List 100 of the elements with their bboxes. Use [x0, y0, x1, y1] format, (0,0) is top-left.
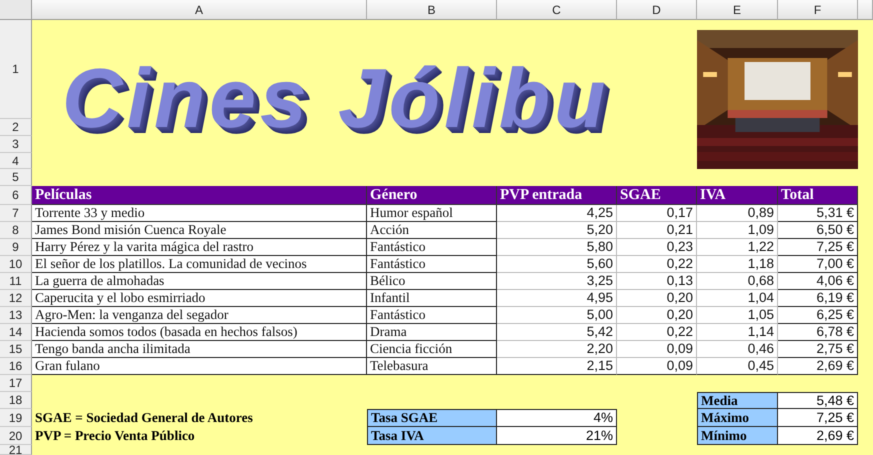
table-cell: 0,13	[617, 273, 697, 290]
table-cell: 7,00 €	[778, 256, 858, 273]
table-cell: Gran fulano	[32, 358, 367, 375]
table-cell: Bélico	[367, 273, 497, 290]
column-header[interactable]: B	[367, 0, 497, 20]
column-header[interactable]: F	[778, 0, 858, 20]
column-header[interactable]: C	[497, 0, 617, 20]
table-cell: 1,04	[697, 290, 778, 307]
row-header[interactable]: 19	[0, 409, 32, 427]
rate-value: 21%	[497, 427, 617, 445]
table-cell: Fantástico	[367, 239, 497, 256]
table-header-cell: PVP entrada	[497, 186, 617, 205]
table-cell: 5,31 €	[778, 205, 858, 222]
table-cell: 2,15	[497, 358, 617, 375]
note-text: SGAE = Sociedad General de Autores	[35, 410, 253, 426]
row-header[interactable]: 11	[0, 273, 32, 290]
column-header[interactable]: A	[32, 0, 367, 20]
stat-value: 2,69 €	[778, 427, 858, 445]
row-header[interactable]: 21	[0, 445, 32, 455]
table-cell: 0,21	[617, 222, 697, 239]
row-header[interactable]: 7	[0, 205, 32, 222]
table-cell: 0,68	[697, 273, 778, 290]
table-cell: 0,17	[617, 205, 697, 222]
table-cell: 5,00	[497, 307, 617, 324]
table-cell: 2,69 €	[778, 358, 858, 375]
table-cell: 7,25 €	[778, 239, 858, 256]
table-cell: Ciencia ficción	[367, 341, 497, 358]
table-cell: Hacienda somos todos (basada en hechos falsos)	[32, 324, 367, 341]
table-cell: Infantil	[367, 290, 497, 307]
table-cell: 5,80	[497, 239, 617, 256]
table-cell: 5,20	[497, 222, 617, 239]
row-header[interactable]: 14	[0, 324, 32, 341]
table-cell: Tengo banda ancha ilimitada	[32, 341, 367, 358]
row-header[interactable]: 15	[0, 341, 32, 358]
table-cell: Harry Pérez y la varita mágica del rastro	[32, 239, 367, 256]
table-cell: 0,46	[697, 341, 778, 358]
column-header[interactable]: E	[697, 0, 778, 20]
row-header[interactable]: 6	[0, 186, 32, 205]
table-cell: 2,75 €	[778, 341, 858, 358]
stat-label: Máximo	[697, 409, 778, 427]
row-header[interactable]: 5	[0, 169, 32, 186]
table-cell: 1,18	[697, 256, 778, 273]
row-header[interactable]: 8	[0, 222, 32, 239]
row-header[interactable]: 10	[0, 256, 32, 273]
stat-label: Mínimo	[697, 427, 778, 445]
rate-value: 4%	[497, 409, 617, 427]
note-text: PVP = Precio Venta Público	[35, 428, 195, 444]
table-cell: Telebasura	[367, 358, 497, 375]
table-header-cell: SGAE	[617, 186, 697, 205]
table-cell: 1,14	[697, 324, 778, 341]
column-header[interactable]	[858, 0, 873, 20]
table-cell: Caperucita y el lobo esmirriado	[32, 290, 367, 307]
table-cell: Torrente 33 y medio	[32, 205, 367, 222]
stat-label: Media	[697, 392, 778, 409]
column-header[interactable]: D	[617, 0, 697, 20]
row-header[interactable]: 12	[0, 290, 32, 307]
table-cell: 6,50 €	[778, 222, 858, 239]
table-header-cell: IVA	[697, 186, 778, 205]
table-cell: 6,78 €	[778, 324, 858, 341]
sheet-corner[interactable]	[0, 0, 32, 20]
row-header[interactable]: 9	[0, 239, 32, 256]
table-cell: 6,25 €	[778, 307, 858, 324]
row-header[interactable]: 3	[0, 136, 32, 153]
row-header[interactable]: 4	[0, 153, 32, 169]
table-header-cell: Películas	[32, 186, 367, 205]
rate-label: Tasa IVA	[367, 427, 497, 445]
table-cell: 4,06 €	[778, 273, 858, 290]
table-cell: Fantástico	[367, 256, 497, 273]
table-cell: 0,45	[697, 358, 778, 375]
table-cell: 0,09	[617, 358, 697, 375]
wordart-title: Cines Jólibu	[61, 50, 610, 147]
table-cell: 4,25	[497, 205, 617, 222]
table-cell: 1,22	[697, 239, 778, 256]
table-cell: Acción	[367, 222, 497, 239]
row-header[interactable]: 20	[0, 427, 32, 445]
row-header[interactable]: 17	[0, 375, 32, 392]
table-header-cell: Género	[367, 186, 497, 205]
row-header[interactable]: 1	[0, 20, 32, 119]
stat-value: 5,48 €	[778, 392, 858, 409]
table-cell: 0,89	[697, 205, 778, 222]
table-header-cell: Total	[778, 186, 858, 205]
table-cell: 0,20	[617, 290, 697, 307]
table-cell: 4,95	[497, 290, 617, 307]
table-cell: 0,22	[617, 324, 697, 341]
rate-label: Tasa SGAE	[367, 409, 497, 427]
table-cell: Drama	[367, 324, 497, 341]
table-cell: 1,05	[697, 307, 778, 324]
row-header[interactable]: 2	[0, 119, 32, 136]
table-cell: 1,09	[697, 222, 778, 239]
table-cell: Fantástico	[367, 307, 497, 324]
table-cell: Agro-Men: la venganza del segador	[32, 307, 367, 324]
row-header[interactable]: 16	[0, 358, 32, 375]
row-header[interactable]: 18	[0, 392, 32, 409]
stat-value: 7,25 €	[778, 409, 858, 427]
table-cell: 0,23	[617, 239, 697, 256]
table-cell: El señor de los platillos. La comunidad de vecinos	[32, 256, 367, 273]
table-cell: 0,22	[617, 256, 697, 273]
row-header[interactable]: 13	[0, 307, 32, 324]
table-cell: 0,09	[617, 341, 697, 358]
table-cell: Humor español	[367, 205, 497, 222]
